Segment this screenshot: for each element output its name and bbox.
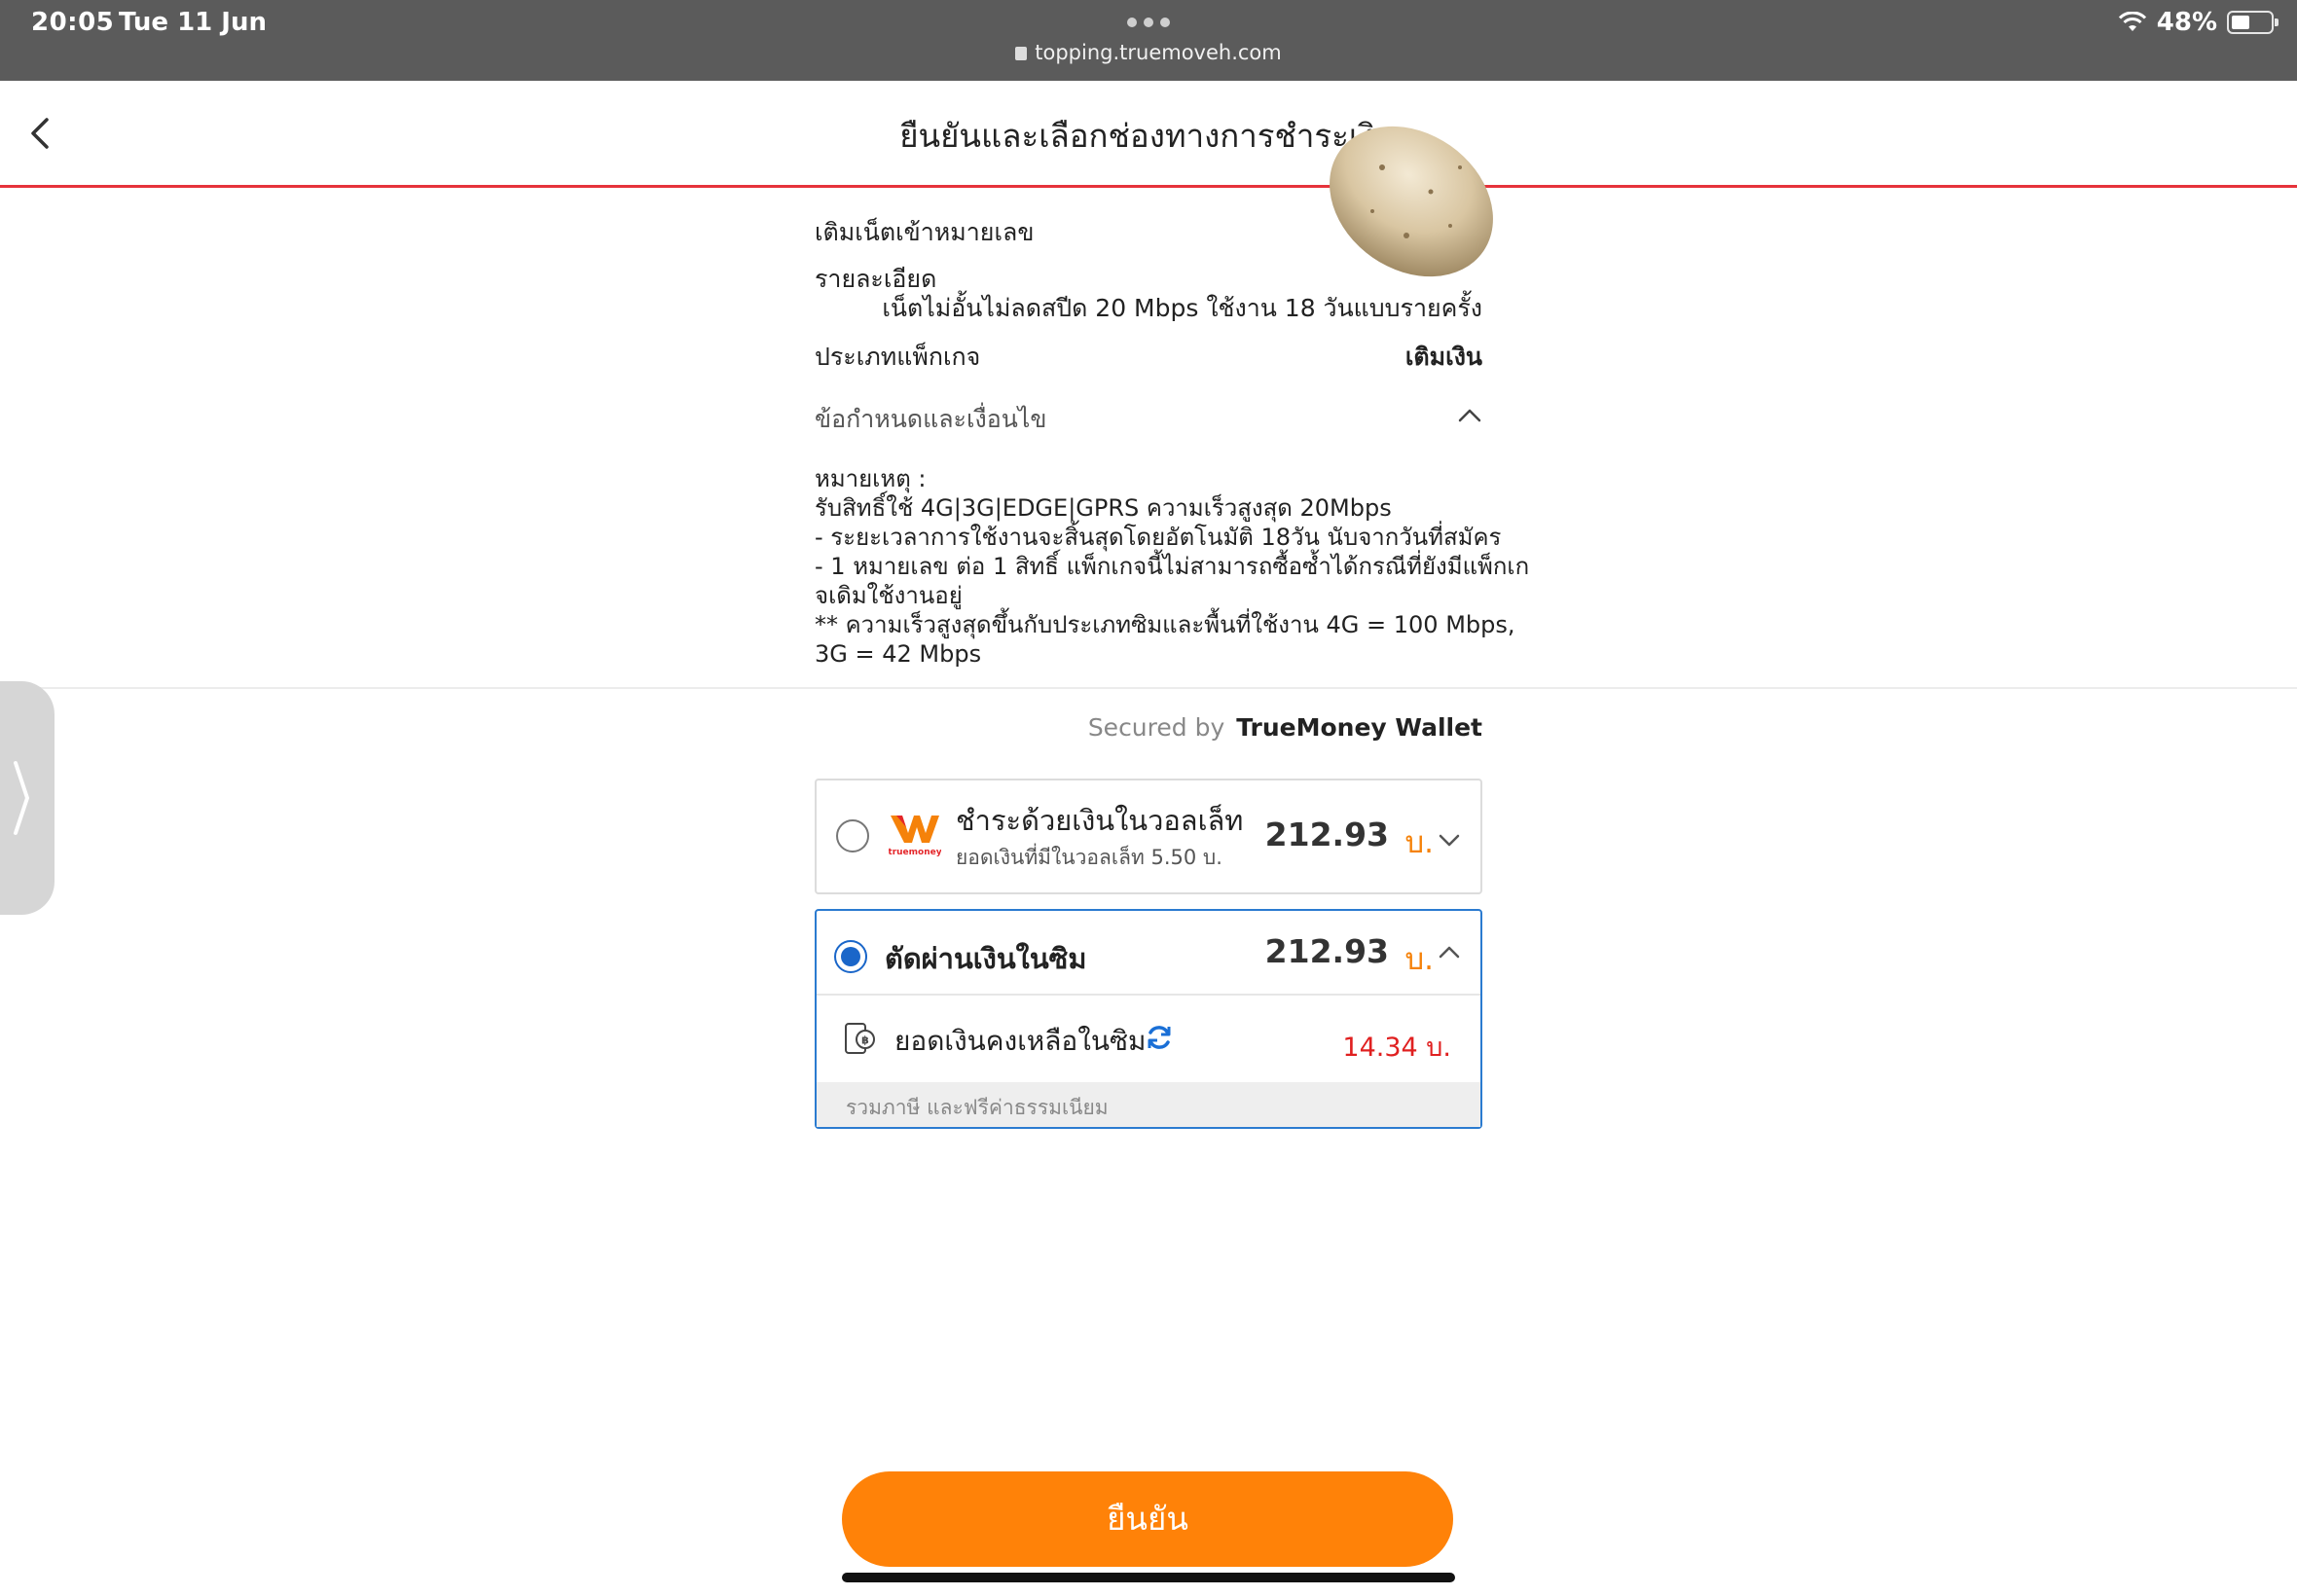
url-text: topping.truemoveh.com — [1035, 41, 1282, 64]
wallet-balance: ยอดเงินที่มีในวอลเล็ท 5.50 บ. — [956, 846, 1222, 869]
wifi-icon — [2118, 12, 2146, 31]
multitasking-dots[interactable] — [1127, 18, 1170, 27]
wallet-radio[interactable] — [836, 819, 869, 852]
fee-footnote: รวมภาษี และฟรีค่าธรรมเนียม — [817, 1082, 1480, 1127]
page-header: ยืนยันและเลือกช่องทางการชำระเงิน — [0, 81, 2297, 188]
battery-icon — [2227, 11, 2279, 34]
note-line: ** ความเร็วสูงสุดขึ้นกับประเภทซิมและพื้น… — [815, 611, 1515, 638]
note-line: รับสิทธิ์ใช้ 4G|3G|EDGE|GPRS ความเร็วสูง… — [815, 494, 1392, 522]
sim-amount: 212.93 — [1264, 932, 1389, 970]
status-indicators: 48% — [2118, 8, 2279, 37]
package-type-row: ประเภทแพ็กเกจ เติมเงิน — [815, 338, 1482, 371]
wallet-amount: 212.93 — [1264, 816, 1389, 853]
section-divider — [0, 687, 2297, 689]
chevron-up-icon[interactable] — [1438, 944, 1461, 960]
phone-label: เติมเน็ตเข้าหมายเลข — [815, 218, 1035, 246]
secured-prefix: Secured by — [1087, 713, 1225, 742]
wallet-unit: บ. — [1404, 825, 1434, 860]
address-bar[interactable]: topping.truemoveh.com — [0, 41, 2297, 64]
payment-option-wallet[interactable]: truemoney ชำระด้วยเงินในวอลเล็ท ยอดเงินท… — [815, 779, 1482, 894]
detail-value: เน็ตไม่อั้นไม่ลดสปีด 20 Mbps ใช้งาน 18 ว… — [882, 294, 1482, 322]
terms-notes: หมายเหตุ : รับสิทธิ์ใช้ 4G|3G|EDGE|GPRS … — [815, 464, 1530, 669]
note-line: หมายเหตุ : — [815, 465, 927, 492]
chevron-right-icon — [14, 761, 29, 835]
package-type-label: ประเภทแพ็กเกจ — [815, 343, 981, 371]
sim-balance-value: 14.34 บ. — [1342, 1033, 1451, 1063]
note-line: - 1 หมายเลข ต่อ 1 สิทธิ์ แพ็กเกจนี้ไม่สา… — [815, 553, 1530, 580]
chevron-down-icon[interactable] — [1438, 833, 1461, 849]
wallet-title: ชำระด้วยเงินในวอลเล็ท — [956, 804, 1244, 837]
lock-icon — [1015, 47, 1028, 60]
secured-brand: TrueMoney Wallet — [1236, 713, 1482, 742]
side-panel-handle[interactable] — [0, 681, 55, 915]
confirm-button[interactable]: ยืนยัน — [842, 1471, 1453, 1567]
card-separator — [817, 994, 1480, 996]
browser-status-bar: 20:05 Tue 11 Jun topping.truemoveh.com 4… — [0, 0, 2297, 81]
note-line: จเดิมใช้งานอยู่ — [815, 582, 963, 609]
truemoney-logo-text: truemoney — [889, 848, 941, 857]
terms-toggle[interactable]: ข้อกำหนดและเงื่อนไข — [815, 400, 1482, 439]
refresh-icon[interactable] — [1145, 1023, 1174, 1052]
sim-unit: บ. — [1404, 942, 1434, 977]
home-indicator[interactable] — [842, 1573, 1455, 1582]
sim-title: ตัดผ่านเงินในซิม — [885, 942, 1087, 975]
battery-percent: 48% — [2156, 8, 2217, 37]
note-line: 3G = 42 Mbps — [815, 640, 982, 668]
payment-option-sim[interactable]: ตัดผ่านเงินในซิม 212.93 บ. ฿ ยอดเงินคงเห… — [815, 909, 1482, 1129]
detail-value-row: เน็ตไม่อั้นไม่ลดสปีด 20 Mbps ใช้งาน 18 ว… — [815, 289, 1482, 322]
page-title: ยืนยันและเลือกช่องทางการชำระเงิน — [899, 117, 1398, 155]
potato-sticker — [1330, 126, 1493, 277]
secured-by: Secured by TrueMoney Wallet — [1088, 713, 1482, 742]
note-line: - ระยะเวลาการใช้งานจะสิ้นสุดโดยอัตโนมัติ… — [815, 524, 1502, 551]
terms-label: ข้อกำหนดและเงื่อนไข — [815, 405, 1047, 433]
svg-text:฿: ฿ — [861, 1034, 869, 1047]
status-date: Tue 11 Jun — [119, 8, 268, 37]
status-time: 20:05 — [31, 8, 115, 37]
sim-coin-icon: ฿ — [845, 1023, 875, 1054]
chevron-up-icon — [1458, 409, 1481, 422]
truemoney-logo: truemoney — [889, 816, 941, 857]
package-type-value: เติมเงิน — [1404, 343, 1482, 371]
sim-balance-label: ยอดเงินคงเหลือในซิม — [894, 1025, 1147, 1057]
sim-radio[interactable] — [834, 940, 867, 973]
